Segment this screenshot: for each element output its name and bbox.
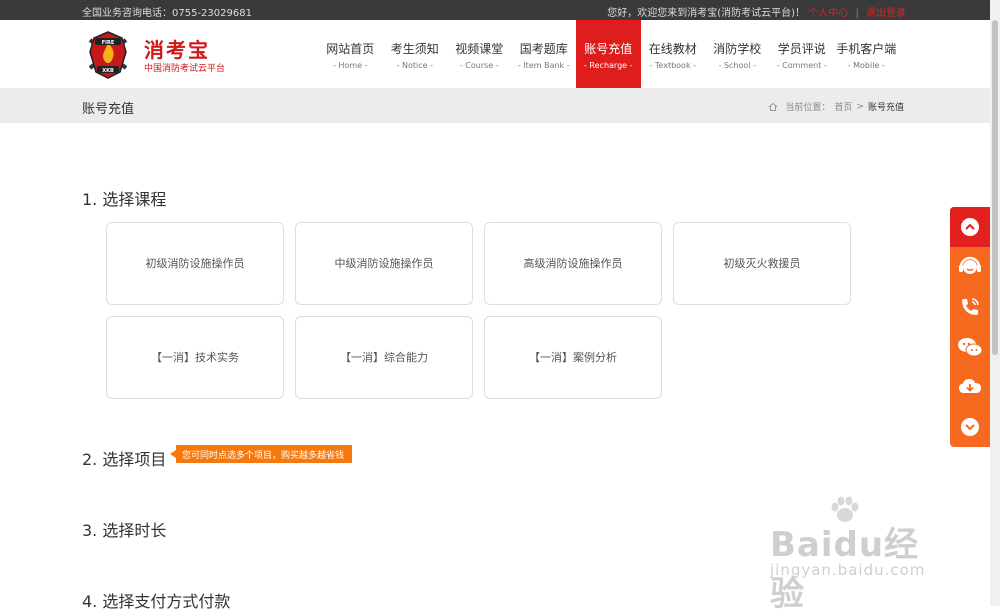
nav-sublabel: - Notice - <box>396 61 433 70</box>
nav-item-recharge[interactable]: 账号充值 - Recharge - <box>576 20 641 88</box>
breadcrumb-separator: > <box>856 101 864 112</box>
nav-item-comment[interactable]: 学员评说 - Comment - <box>770 20 835 88</box>
brand-name: 消考宝 <box>144 38 210 62</box>
course-option[interactable]: 【一消】综合能力 <box>295 316 473 399</box>
watermark-url: jingyan.baidu.com <box>770 561 926 579</box>
nav-item-mobile[interactable]: 手机客户端 - Mobile - <box>834 20 899 88</box>
home-icon <box>769 102 778 111</box>
site-header: FIRE XKB 消考宝 中国消防考试云平台 网站首页 - Home - 考生须知… <box>0 20 1000 89</box>
fire-emblem-icon: FIRE XKB <box>88 31 128 79</box>
brand-subtitle: 中国消防考试云平台 <box>144 64 226 74</box>
nav-label: 手机客户端 <box>836 42 897 56</box>
page-title: 账号充值 <box>82 102 135 117</box>
breadcrumb-home-link[interactable]: 首页 <box>834 100 852 113</box>
course-option[interactable]: 中级消防设施操作员 <box>295 222 473 305</box>
arrow-up-icon <box>961 218 979 236</box>
nav-label: 在线教材 <box>648 42 697 56</box>
nav-sublabel: - Recharge - <box>584 61 633 70</box>
download-button[interactable] <box>950 367 990 407</box>
baidu-watermark: Baidu经验 jingyan.baidu.com <box>770 495 950 614</box>
scroll-top-button[interactable] <box>950 207 990 247</box>
scroll-bottom-button[interactable] <box>950 407 990 447</box>
top-bar: 全国业务咨询电话：0755-23029681 您好，欢迎您来到消考宝(消防考试云… <box>0 0 1000 20</box>
nav-label: 网站首页 <box>326 42 375 56</box>
breadcrumb: 当前位置： 首页 > 账号充值 <box>768 100 906 113</box>
nav-sublabel: - Item Bank - <box>517 61 570 70</box>
nav-sublabel: - Mobile - <box>847 61 885 70</box>
nav-sublabel: - Course - <box>459 61 499 70</box>
phone-icon <box>962 298 979 315</box>
emblem-bottom-text: XKB <box>102 68 114 74</box>
nav-label: 消防学校 <box>713 42 762 56</box>
hotline-text: 全国业务咨询电话：0755-23029681 <box>82 8 252 19</box>
arrow-down-icon <box>961 418 979 436</box>
nav-sublabel: - School - <box>718 61 756 70</box>
link-separator: | <box>855 8 859 19</box>
nav-sublabel: - Home - <box>333 61 368 70</box>
nav-label: 账号充值 <box>584 42 633 56</box>
nav-label: 考生须知 <box>390 42 439 56</box>
breadcrumb-current: 账号充值 <box>867 103 904 113</box>
nav-item-textbook[interactable]: 在线教材 - Textbook - <box>641 20 706 88</box>
welcome-area: 您好，欢迎您来到消考宝(消防考试云平台)！ 个人中心 | 退出登录 <box>607 4 906 19</box>
nav-item-course[interactable]: 视频课堂 - Course - <box>447 20 512 88</box>
nav-label: 学员评说 <box>777 42 826 56</box>
nav-sublabel: - Textbook - <box>649 61 697 70</box>
course-option[interactable]: 【一消】案例分析 <box>484 316 662 399</box>
customer-service-button[interactable] <box>950 247 990 287</box>
course-option[interactable]: 初级灭火救援员 <box>673 222 851 305</box>
step4-title: 4. 选择支付方式付款 <box>82 592 231 611</box>
page-scrollbar[interactable] <box>990 0 1000 606</box>
nav-label: 国考题库 <box>519 42 568 56</box>
welcome-text: 您好，欢迎您来到消考宝(消防考试云平台)！ <box>607 8 806 19</box>
customer-service-icon <box>959 256 981 274</box>
nav-sublabel: - Comment - <box>776 61 827 70</box>
course-option[interactable]: 高级消防设施操作员 <box>484 222 662 305</box>
course-option[interactable]: 初级消防设施操作员 <box>106 222 284 305</box>
nav-label: 视频课堂 <box>455 42 504 56</box>
user-center-link[interactable]: 个人中心 <box>808 8 848 19</box>
nav-item-item-bank[interactable]: 国考题库 - Item Bank - <box>512 20 577 88</box>
logout-link[interactable]: 退出登录 <box>866 8 906 19</box>
phone-button[interactable] <box>950 287 990 327</box>
nav-item-notice[interactable]: 考生须知 - Notice - <box>383 20 448 88</box>
download-icon <box>959 379 981 393</box>
floating-toolbar <box>950 207 990 447</box>
breadcrumb-prefix: 当前位置： <box>785 103 831 113</box>
scrollbar-thumb[interactable] <box>992 20 998 355</box>
step1-title: 1. 选择课程 <box>82 190 167 209</box>
step3-title: 3. 选择时长 <box>82 521 167 540</box>
breadcrumb-bar: 账号充值 当前位置： 首页 > 账号充值 <box>0 89 1000 123</box>
wechat-icon <box>958 338 983 357</box>
nav-item-home[interactable]: 网站首页 - Home - <box>318 20 383 88</box>
nav-item-school[interactable]: 消防学校 - School - <box>705 20 770 88</box>
main-nav: 网站首页 - Home - 考生须知 - Notice - 视频课堂 - Course… <box>318 20 899 88</box>
wechat-button[interactable] <box>950 327 990 367</box>
emblem-top-text: FIRE <box>102 40 115 46</box>
course-option[interactable]: 【一消】技术实务 <box>106 316 284 399</box>
site-logo[interactable]: FIRE XKB 消考宝 中国消防考试云平台 <box>82 28 242 80</box>
step2-title: 2. 选择项目 <box>82 450 167 469</box>
multi-select-tip: 您可同时点选多个项目，购买越多越省钱 <box>169 445 353 463</box>
